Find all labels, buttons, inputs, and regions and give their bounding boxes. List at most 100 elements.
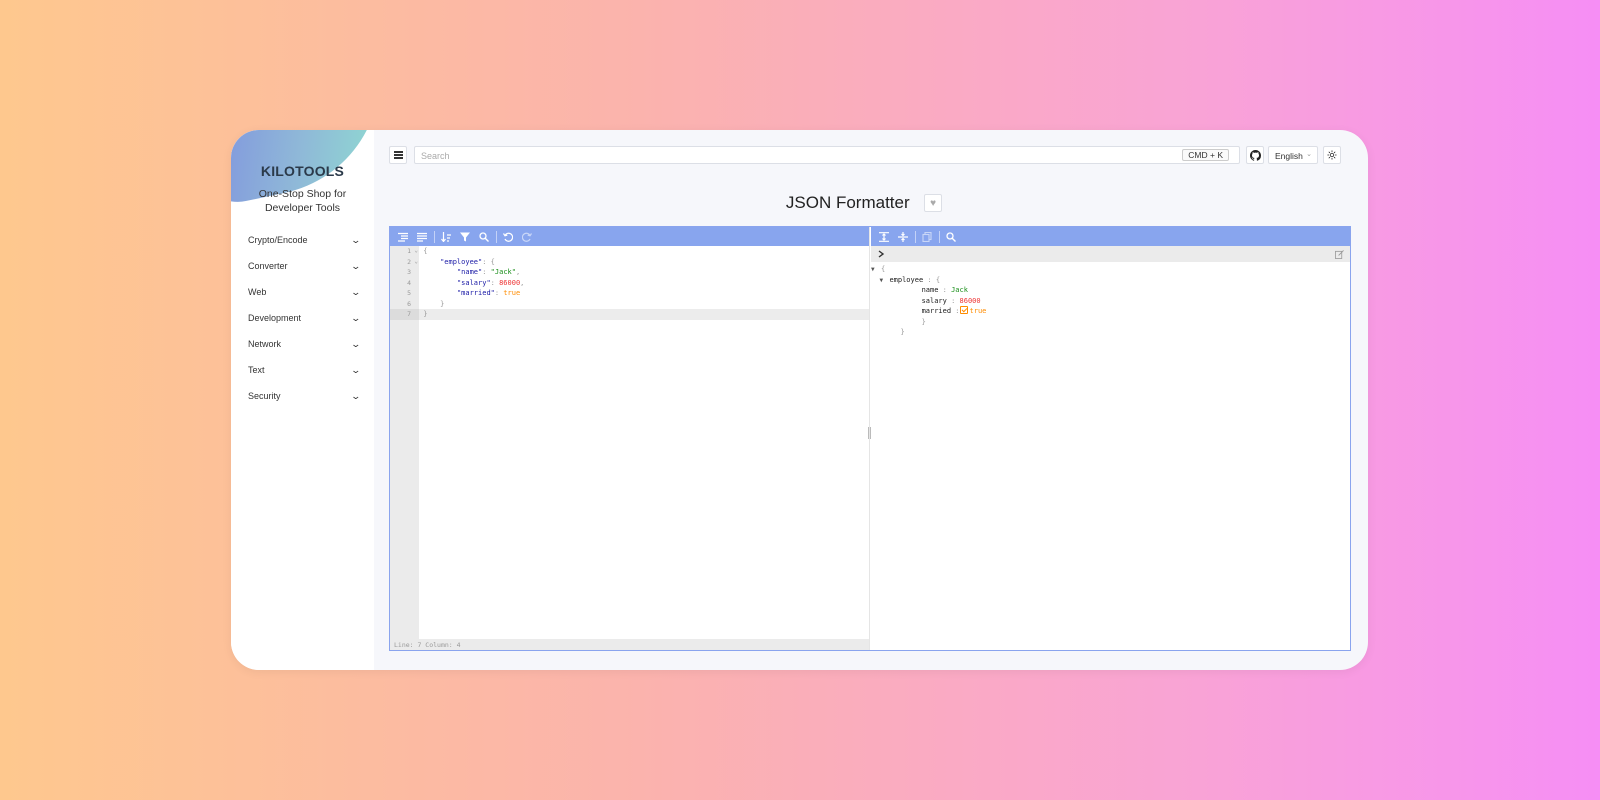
code-toolbar bbox=[390, 227, 869, 246]
sidebar-item-label: Crypto/Encode bbox=[248, 235, 308, 245]
github-button[interactable] bbox=[1246, 146, 1264, 164]
tree-navigation-bar bbox=[871, 246, 1350, 262]
sidebar-nav: Crypto/Encode ⌄ Converter ⌄ Web ⌄ Develo… bbox=[231, 227, 374, 409]
code-line: { bbox=[423, 247, 428, 255]
chevron-down-icon: ⌄ bbox=[350, 286, 362, 297]
json-tree: ▼{ ▼ employee : { name : Jack salary : 86… bbox=[871, 264, 1350, 338]
chevron-right-icon[interactable] bbox=[877, 250, 885, 258]
line-number: 6 bbox=[407, 299, 411, 308]
search-input[interactable]: Search CMD + K bbox=[414, 146, 1240, 164]
chevron-down-icon: ⌄ bbox=[350, 390, 362, 401]
code-line: "employee": { bbox=[440, 257, 495, 266]
collapse-all-button[interactable] bbox=[894, 228, 911, 245]
sidebar-item-label: Network bbox=[248, 339, 282, 349]
line-number-gutter: 1 ⌄ 2 ⌄ 3 4 5 6 7 bbox=[390, 246, 419, 639]
tree-value[interactable]: Jack bbox=[951, 286, 968, 294]
search-placeholder: Search bbox=[421, 151, 450, 161]
json-editors: 1 ⌄ 2 ⌄ 3 4 5 6 7 { "employee": { "name": … bbox=[389, 226, 1351, 651]
code-line: } bbox=[440, 299, 445, 308]
sidebar-item-label: Development bbox=[248, 313, 302, 323]
code-line: "married": true bbox=[456, 289, 521, 297]
format-icon bbox=[397, 232, 408, 242]
toolbar-divider bbox=[915, 230, 916, 243]
tree-value[interactable]: 86000 bbox=[960, 297, 981, 305]
sidebar-item-label: Text bbox=[248, 365, 265, 375]
search-button[interactable] bbox=[475, 228, 492, 245]
line-number: 7 bbox=[390, 309, 419, 320]
sort-icon bbox=[440, 231, 451, 242]
tree-key[interactable]: salary bbox=[922, 297, 947, 305]
sidebar-item-web[interactable]: Web ⌄ bbox=[231, 279, 374, 305]
sidebar-item-network[interactable]: Network ⌄ bbox=[231, 331, 374, 357]
code-textarea[interactable]: { "employee": { "name": "Jack", "salary"… bbox=[419, 246, 869, 639]
sidebar-item-label: Web bbox=[248, 287, 267, 297]
redo-button[interactable] bbox=[518, 228, 535, 245]
expand-all-icon bbox=[878, 231, 889, 242]
sidebar-item-text[interactable]: Text ⌄ bbox=[231, 357, 374, 383]
tree-key[interactable]: employee bbox=[889, 276, 923, 284]
menu-toggle-button[interactable] bbox=[389, 146, 407, 164]
collapse-all-icon bbox=[897, 231, 908, 242]
tree-node-root: ▼{ bbox=[871, 264, 1350, 275]
tree-key[interactable]: name bbox=[922, 286, 939, 294]
filter-icon bbox=[459, 232, 470, 241]
compact-icon bbox=[416, 232, 427, 242]
code-line: "salary": 86000, bbox=[456, 278, 525, 287]
tree-node-employee: ▼ employee : { bbox=[871, 275, 1350, 286]
toolbar-divider bbox=[939, 230, 940, 243]
edit-icon[interactable] bbox=[1335, 249, 1344, 259]
sidebar-item-label: Security bbox=[248, 391, 281, 401]
search-icon bbox=[945, 231, 956, 242]
page-title: JSON Formatter bbox=[785, 193, 910, 212]
heart-icon: ♥ bbox=[930, 197, 937, 209]
sidebar-item-security[interactable]: Security ⌄ bbox=[231, 383, 374, 409]
line-number: 5 bbox=[407, 289, 411, 297]
tree-toolbar bbox=[871, 227, 1350, 246]
code-line: } bbox=[419, 309, 869, 320]
compact-button[interactable] bbox=[413, 228, 430, 245]
sidebar-item-crypto-encode[interactable]: Crypto/Encode ⌄ bbox=[231, 227, 374, 253]
copy-button[interactable] bbox=[918, 228, 935, 245]
line-number: 1 ⌄ bbox=[407, 246, 418, 257]
language-value: English bbox=[1275, 151, 1303, 161]
search-icon bbox=[478, 231, 489, 242]
app-tagline: One-Stop Shop for Developer Tools bbox=[258, 188, 347, 214]
chevron-down-icon: ⌄ bbox=[1306, 151, 1312, 158]
sidebar-item-converter[interactable]: Converter ⌄ bbox=[231, 253, 374, 279]
boolean-checkbox[interactable] bbox=[959, 306, 968, 314]
tree-view-pane: ▼{ ▼ employee : { name : Jack salary : 86… bbox=[871, 227, 1350, 650]
line-number: 2 ⌄ bbox=[407, 257, 418, 268]
toolbar-divider bbox=[434, 230, 435, 243]
sort-button[interactable] bbox=[437, 228, 454, 245]
page-header: JSON Formatter ♥ bbox=[389, 193, 1339, 213]
chevron-down-icon: ⌄ bbox=[350, 338, 362, 349]
shortcut-badge: CMD + K bbox=[1182, 149, 1229, 161]
tree-key[interactable]: married bbox=[922, 307, 952, 315]
tree-node-close: } bbox=[921, 317, 926, 326]
chevron-down-icon: ⌄ bbox=[350, 234, 362, 245]
line-number: 3 bbox=[407, 268, 411, 276]
sidebar: KILOTOOLS One-Stop Shop for Developer To… bbox=[231, 130, 374, 670]
app-window: KILOTOOLS One-Stop Shop for Developer To… bbox=[231, 130, 1368, 670]
expand-all-button[interactable] bbox=[875, 228, 892, 245]
fold-icon[interactable]: ⌄ bbox=[414, 246, 418, 257]
sun-icon bbox=[1327, 150, 1337, 160]
tree-value[interactable]: true bbox=[970, 307, 987, 315]
filter-button[interactable] bbox=[456, 228, 473, 245]
copy-icon bbox=[921, 231, 932, 242]
tree-search-button[interactable] bbox=[942, 228, 959, 245]
code-editor-pane: 1 ⌄ 2 ⌄ 3 4 5 6 7 { "employee": { "name": … bbox=[390, 227, 870, 650]
language-select[interactable]: English ⌄ bbox=[1268, 146, 1318, 164]
theme-toggle-button[interactable] bbox=[1323, 146, 1341, 164]
undo-icon bbox=[502, 232, 513, 242]
favorite-button[interactable]: ♥ bbox=[924, 194, 943, 212]
sidebar-item-development[interactable]: Development ⌄ bbox=[231, 305, 374, 331]
tree-node-field: married : true bbox=[921, 306, 987, 315]
undo-button[interactable] bbox=[499, 228, 516, 245]
app-logo[interactable]: KILOTOOLS bbox=[231, 163, 374, 179]
tree-node-field: name : Jack bbox=[921, 286, 968, 294]
hamburger-icon bbox=[393, 154, 403, 156]
fold-icon[interactable]: ⌄ bbox=[414, 257, 418, 268]
format-button[interactable] bbox=[394, 228, 411, 245]
line-number: 4 bbox=[407, 278, 411, 287]
